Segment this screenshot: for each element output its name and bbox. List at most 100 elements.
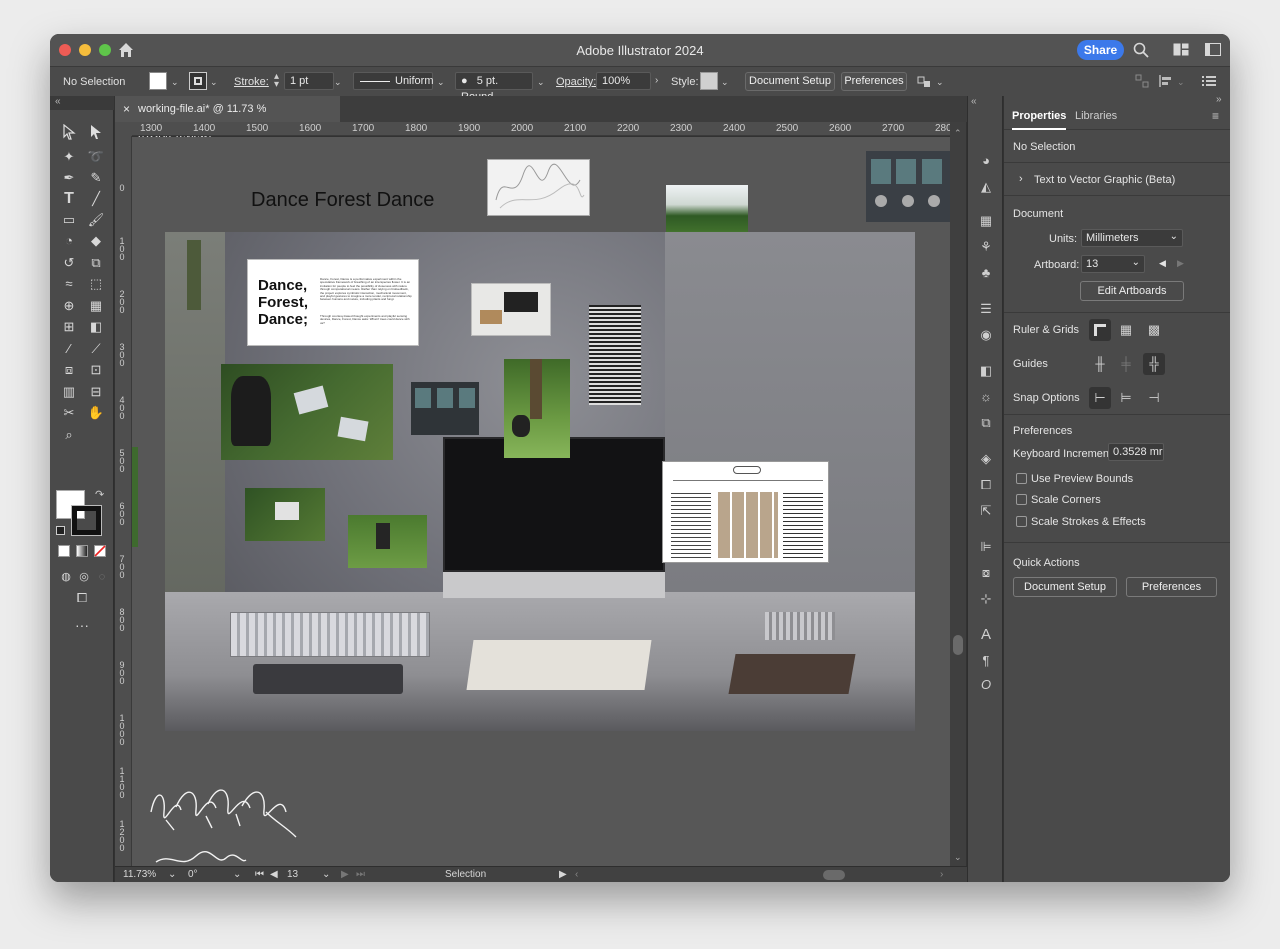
stroke-profile-field[interactable]: Uniform (353, 72, 434, 90)
stroke-swatch[interactable] (189, 72, 207, 90)
shape-builder-tool-icon[interactable]: ⊕ (59, 296, 79, 316)
tab-properties[interactable]: Properties (1012, 110, 1066, 122)
character-panel-icon[interactable]: A (977, 626, 995, 644)
collapse-icon[interactable]: « (55, 96, 61, 107)
edit-artboards-button[interactable]: Edit Artboards (1080, 281, 1184, 301)
type-tool-icon[interactable]: T (59, 189, 79, 209)
graph-tool-icon[interactable]: ▥ (59, 382, 79, 402)
use-preview-bounds-checkbox[interactable] (1016, 473, 1027, 484)
rotation-value[interactable]: 0° (188, 869, 198, 880)
eraser-tool-icon[interactable]: ◆ (86, 231, 106, 251)
panel-toggle-icon[interactable] (1205, 43, 1221, 56)
rectangle-tool-icon[interactable]: ▭ (59, 210, 79, 230)
swatches-icon[interactable]: ▦ (977, 212, 995, 230)
qa-document-setup-button[interactable]: Document Setup (1013, 577, 1117, 597)
opacity-field[interactable]: 100% (596, 72, 651, 90)
selection-tool-icon[interactable] (59, 123, 79, 144)
width-tool-icon[interactable]: ≈ (59, 274, 79, 294)
ruler-icon[interactable] (1089, 319, 1111, 341)
chevron-down-icon[interactable]: ⌄ (721, 77, 729, 88)
chevron-down-icon[interactable]: ⌄ (168, 869, 176, 880)
device-photo-2-image[interactable] (411, 382, 479, 435)
scroll-down-icon[interactable]: ⌄ (954, 852, 962, 863)
field-photo-2-image[interactable] (504, 359, 570, 458)
poster-image[interactable]: Dance, Forest, Dance; Dance, Forest, Dan… (247, 259, 419, 346)
next-artboard-icon[interactable]: ▶ (341, 869, 349, 880)
opentype-panel-icon[interactable]: O (977, 676, 995, 694)
brushes-icon[interactable]: ⚘ (977, 238, 995, 256)
chevron-down-icon[interactable]: ⌄ (322, 869, 330, 880)
rotate-tool-icon[interactable]: ↺ (59, 253, 79, 273)
search-icon[interactable] (1132, 41, 1150, 59)
symbol-sprayer-tool-icon[interactable]: ⊡ (86, 360, 106, 380)
chevron-down-icon[interactable]: ⌄ (334, 77, 342, 88)
engraving-image[interactable] (589, 305, 641, 405)
previous-artboard-icon[interactable]: ◀ (270, 869, 278, 880)
shaper-tool-icon[interactable]: ◔ (59, 231, 79, 251)
keyboard-increment-field[interactable]: 0.3528 mr (1108, 443, 1164, 461)
transparency-icon[interactable]: ◉ (977, 326, 995, 344)
vertical-ruler[interactable]: 0 100 200 300 400 500 600 700 800 900 1000 1100 1200 (115, 136, 132, 866)
expand-icon[interactable]: » (1216, 94, 1222, 105)
pathfinder-icon[interactable]: ⧇ (977, 564, 995, 582)
chevron-down-icon[interactable]: ⌄ (233, 869, 241, 880)
lasso-tool-icon[interactable]: ➰ (86, 147, 106, 167)
zoom-level[interactable]: 11.73% (123, 869, 156, 880)
horizontal-scroll-thumb[interactable] (823, 870, 845, 880)
gradient-mode-icon[interactable] (76, 545, 88, 557)
scroll-left-icon[interactable]: ‹ (575, 869, 578, 880)
eyedropper-tool-icon[interactable]: ⁄ (59, 339, 79, 359)
style-swatch[interactable] (700, 72, 718, 90)
scale-tool-icon[interactable]: ⧉ (86, 253, 106, 273)
chevron-down-icon[interactable]: ⌄ (537, 77, 545, 88)
root-drawing-vector[interactable] (146, 782, 306, 866)
chevron-down-icon[interactable]: ⌄ (936, 77, 944, 88)
artboards-panel-icon[interactable]: ⧠ (977, 476, 995, 494)
zoom-tool-icon[interactable]: ⌕ (59, 425, 79, 445)
tab-libraries[interactable]: Libraries (1075, 110, 1117, 122)
paintbrush-tool-icon[interactable]: 🖌 (86, 210, 106, 230)
draw-normal-icon[interactable]: ◍ (56, 567, 76, 587)
stroke-panel-icon[interactable]: ☰ (977, 300, 995, 318)
draw-inside-icon[interactable]: ◌ (92, 567, 112, 587)
snap-to-pixel-icon[interactable]: ⊨ (1115, 387, 1137, 409)
stroke-label[interactable]: Stroke: (234, 76, 269, 88)
pen-tool-icon[interactable]: ✒ (59, 168, 79, 188)
stroke-stepper-icon[interactable]: ▴ ▾ (274, 72, 279, 90)
vertical-scrollbar[interactable]: ⌃ ⌄ (950, 122, 966, 866)
perspective-grid-tool-icon[interactable]: ▦ (86, 296, 106, 316)
first-artboard-icon[interactable]: ⏮ (255, 869, 264, 880)
measure-tool-icon[interactable]: ⟋ (86, 339, 106, 359)
field-photo-1-image[interactable] (221, 364, 393, 460)
curvature-tool-icon[interactable]: ✎ (86, 168, 106, 188)
blend-tool-icon[interactable]: ⧈ (59, 360, 79, 380)
export-icon[interactable]: ⇱ (977, 502, 995, 520)
last-artboard-icon[interactable]: ⏭ (356, 869, 365, 880)
graphic-styles-icon[interactable]: ⧉ (977, 414, 995, 432)
document-setup-button[interactable]: Document Setup (745, 72, 835, 91)
laptop-photo-image[interactable] (471, 283, 551, 336)
next-artboard-icon[interactable]: ▶ (1177, 258, 1184, 269)
workspace-switcher-icon[interactable] (1173, 43, 1189, 56)
appearance-icon[interactable]: ☼ (977, 388, 995, 406)
align-grid-icon[interactable] (1135, 74, 1149, 88)
gradient-tool-icon[interactable]: ◧ (86, 317, 106, 337)
text-to-vector-section[interactable]: Text to Vector Graphic (Beta) (1034, 174, 1175, 186)
gradient-panel-icon[interactable]: ◧ (977, 362, 995, 380)
offboard-image-edge[interactable] (132, 447, 138, 547)
artboard-number[interactable]: 13 (287, 869, 298, 880)
previous-artboard-icon[interactable]: ◀ (1159, 258, 1166, 269)
qa-preferences-button[interactable]: Preferences (1126, 577, 1217, 597)
chevron-right-icon[interactable]: › (1019, 173, 1023, 185)
snap-options-icon[interactable] (1158, 74, 1174, 88)
close-tab-icon[interactable]: × (123, 96, 130, 122)
chevron-down-icon[interactable]: ⌄ (1177, 77, 1185, 88)
status-menu-icon[interactable]: ▶ (559, 869, 567, 880)
transform-panel-icon[interactable]: ⊹ (977, 590, 995, 608)
scroll-right-icon[interactable]: › (940, 869, 943, 880)
default-colors-icon[interactable] (56, 526, 65, 535)
brush-field[interactable]: ● 5 pt. Round (455, 72, 533, 103)
chevron-down-icon[interactable]: ⌄ (171, 77, 179, 88)
mesh-tool-icon[interactable]: ⊞ (59, 317, 79, 337)
fill-swatch[interactable] (149, 72, 167, 90)
